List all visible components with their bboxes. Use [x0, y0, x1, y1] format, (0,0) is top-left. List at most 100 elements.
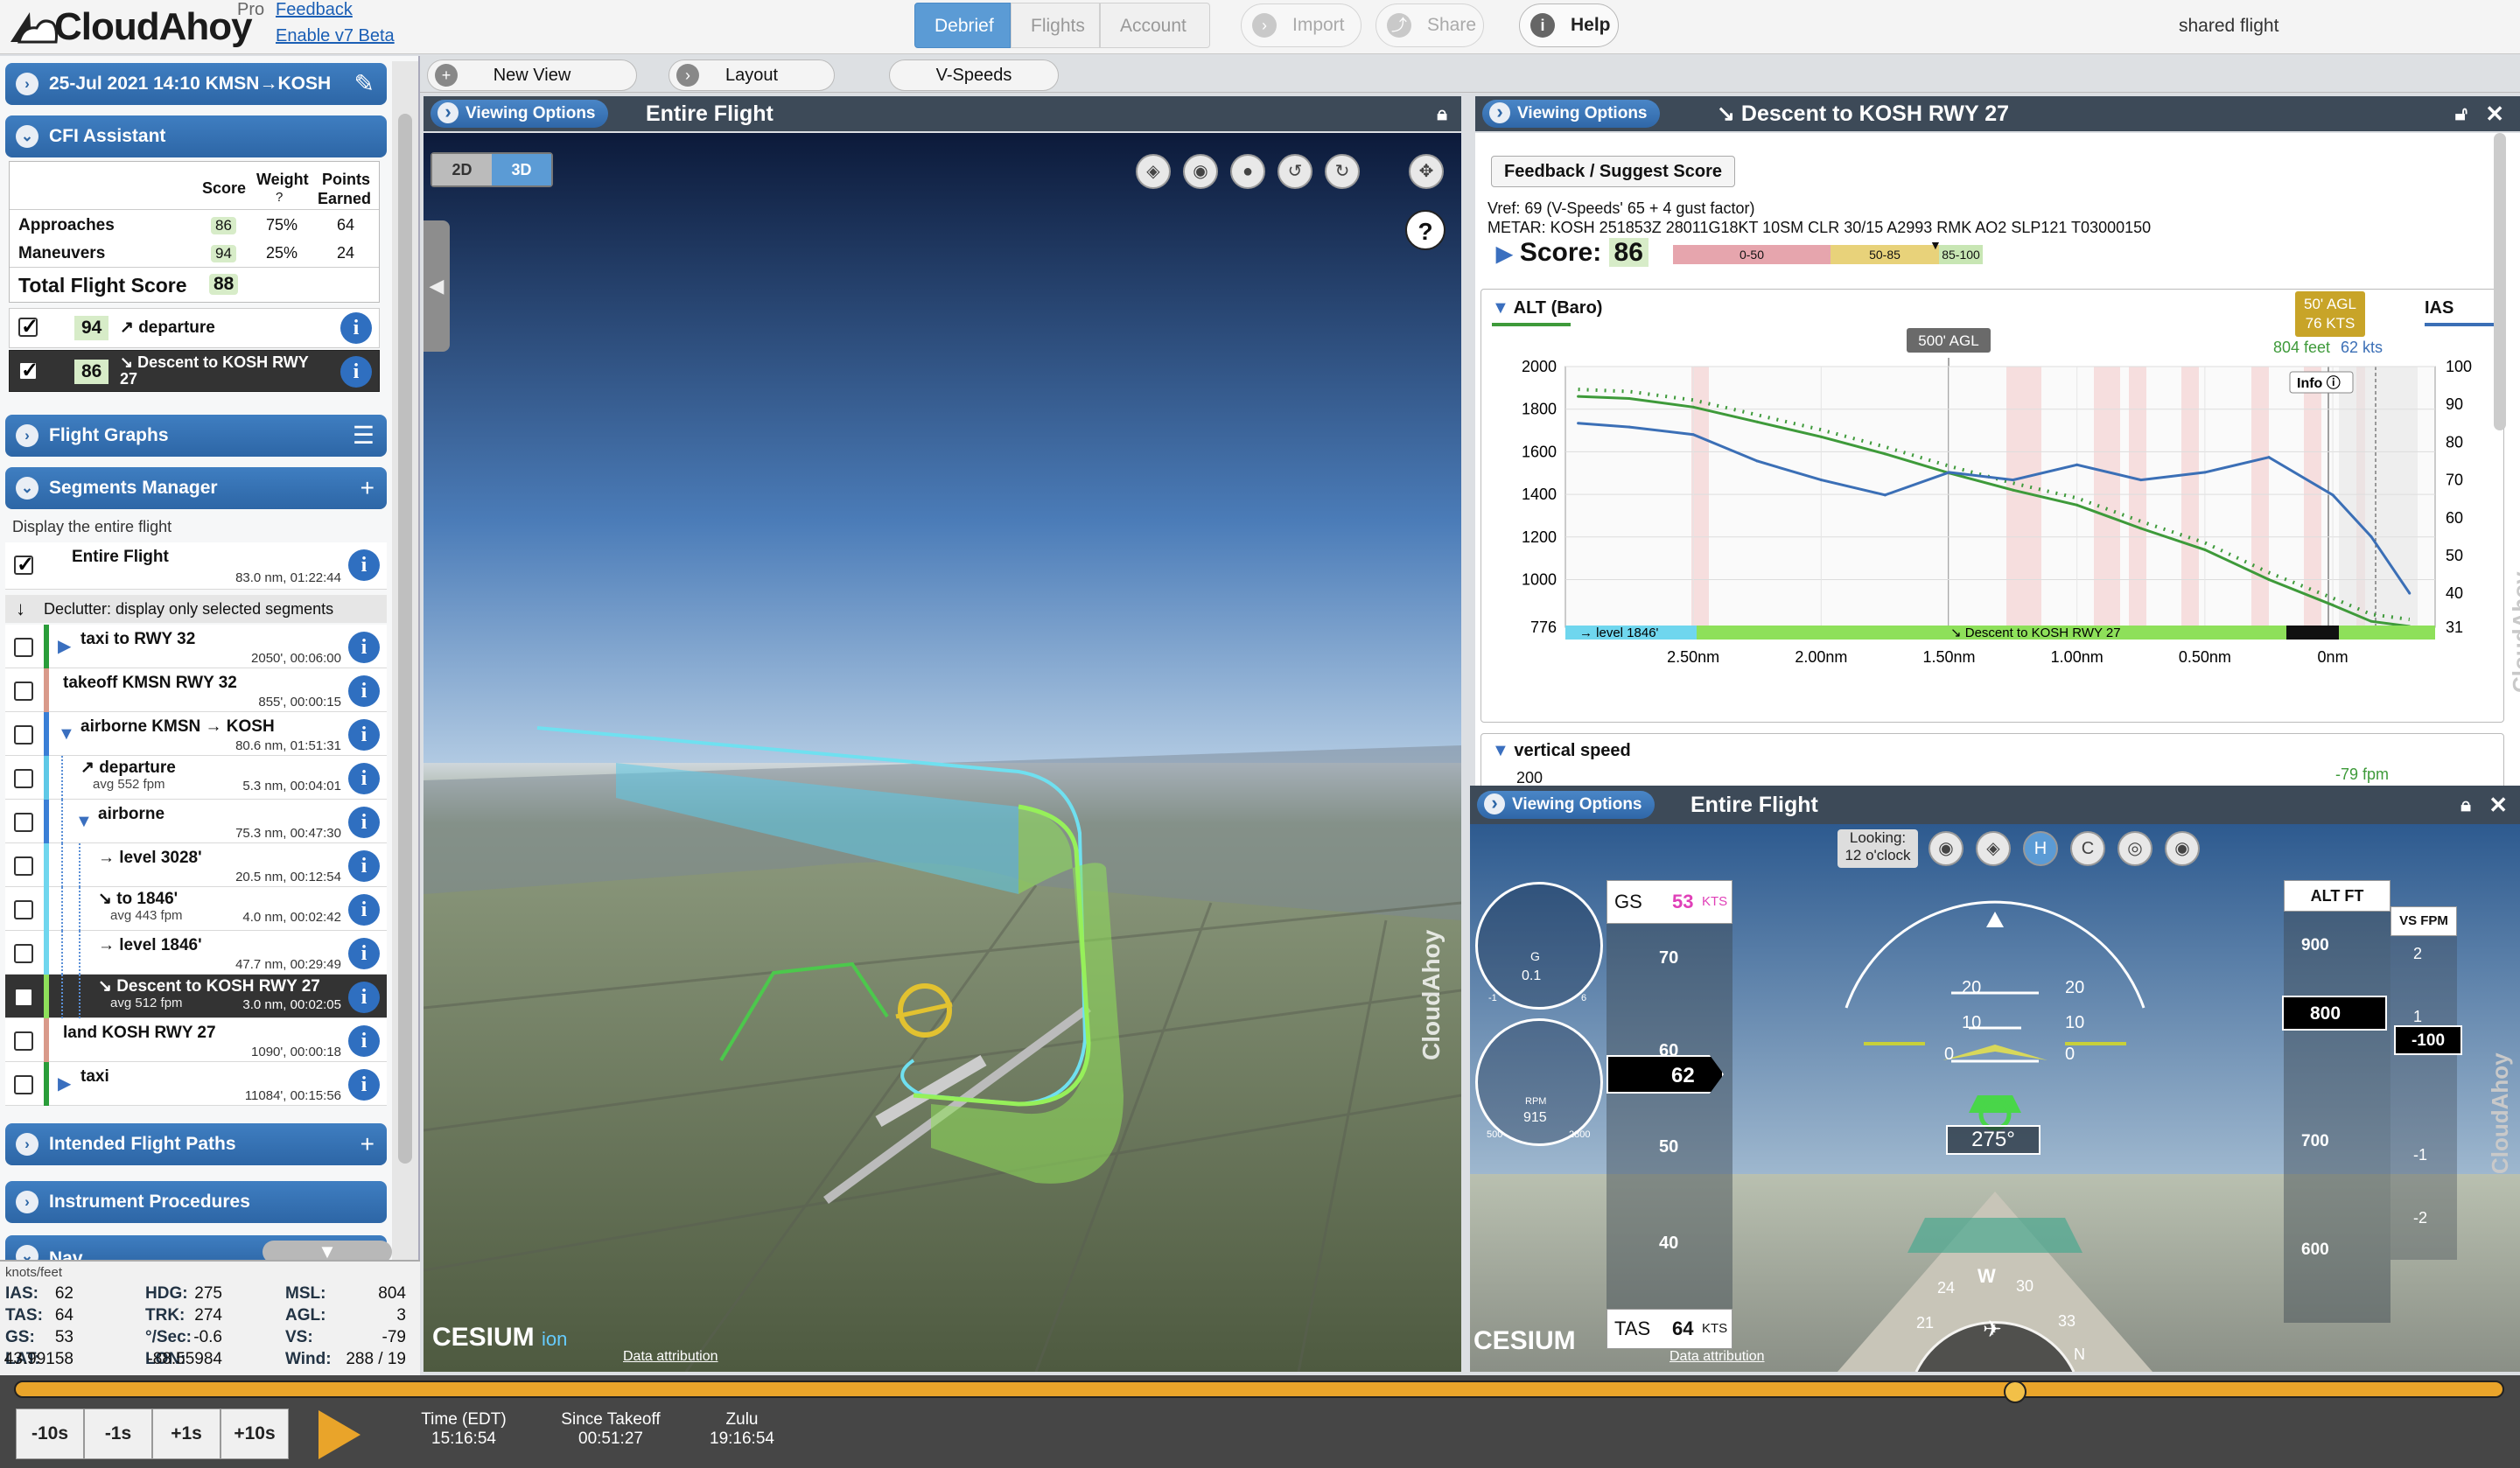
back-10s-button[interactable]: -10s	[16, 1409, 84, 1459]
checkbox[interactable]	[18, 314, 38, 339]
data-attribution-link[interactable]: Data attribution	[1670, 1349, 1765, 1365]
flight-header[interactable]: › 25-Jul 2021 14:10 KMSN→KOSH ✎	[5, 63, 387, 105]
rotate-left-icon[interactable]: ↺	[1278, 154, 1312, 189]
info-icon[interactable]: i	[348, 719, 380, 751]
compass-icon[interactable]: ◈	[1976, 831, 2011, 866]
flight-graphs-header[interactable]: › Flight Graphs ☰	[5, 415, 387, 457]
segment-row[interactable]: ▼ airborne 75.3 nm, 00:47:30 i	[5, 800, 387, 843]
segment-row[interactable]: land KOSH RWY 27 1090', 00:00:18 i	[5, 1018, 387, 1062]
layout-tab[interactable]: › Layout	[668, 59, 835, 91]
new-view-tab[interactable]: + New View	[427, 59, 637, 91]
cfi-assistant-header[interactable]: ⌄ CFI Assistant	[5, 115, 387, 157]
2d-3d-toggle[interactable]: 2D 3D	[430, 152, 553, 187]
alt-ias-chart[interactable]: 2000 1800 1600 1400 1200 1000 776 100 90 80 70 60 50…	[1481, 290, 2505, 724]
info-icon[interactable]: i	[348, 675, 380, 707]
segment-row[interactable]: → level 1846' 47.7 nm, 00:29:49 i	[5, 931, 387, 975]
declutter-row[interactable]: ↓ Declutter: display only selected segmen…	[5, 595, 387, 623]
vs-graph-title[interactable]: ▼ vertical speed	[1492, 741, 1631, 761]
checkbox[interactable]	[14, 856, 33, 876]
3d-scene[interactable]	[424, 133, 1461, 1372]
viewing-options-button[interactable]: Viewing Options	[1477, 791, 1655, 819]
info-icon[interactable]: i	[348, 807, 380, 838]
segment-row[interactable]: ↗ departure avg 552 fpm 5.3 nm, 00:04:01 i	[5, 756, 387, 800]
unlock-icon[interactable]: 🔓︎	[2455, 96, 2468, 131]
vspeeds-tab[interactable]: V-Speeds	[889, 59, 1059, 91]
eye-icon[interactable]: ◉	[2165, 831, 2200, 866]
segments-manager-header[interactable]: ⌄ Segments Manager +	[5, 467, 387, 509]
close-icon[interactable]: ✕	[2488, 786, 2508, 824]
segment-row[interactable]: ▶ taxi to RWY 32 2050', 00:06:00 i	[5, 625, 387, 668]
segment-row[interactable]: → level 3028' 20.5 nm, 00:12:54 i	[5, 843, 387, 887]
triangle-down-icon[interactable]: ▼	[75, 812, 93, 832]
checkbox[interactable]	[14, 813, 33, 832]
tab-account[interactable]: Account	[1100, 3, 1210, 48]
eye-icon[interactable]: ◉	[1928, 831, 1964, 866]
tab-flights[interactable]: Flights	[1011, 3, 1100, 48]
enable-beta-link[interactable]: Enable v7 Beta	[276, 26, 395, 46]
play-icon[interactable]	[318, 1410, 360, 1459]
segment-row[interactable]: takeoff KMSN RWY 32 855', 00:00:15 i	[5, 668, 387, 712]
share-button[interactable]: ⤴ Share	[1376, 3, 1484, 47]
checkbox[interactable]	[14, 638, 33, 657]
info-icon[interactable]: i	[348, 549, 380, 581]
intended-paths-header[interactable]: › Intended Flight Paths +	[5, 1123, 387, 1165]
help-button[interactable]: i Help	[1519, 3, 1619, 47]
fullscreen-icon[interactable]: ✥	[1409, 154, 1444, 189]
feedback-link[interactable]: Feedback	[276, 0, 353, 20]
collapse-left-handle[interactable]: ◀	[424, 220, 450, 352]
cfi-item-selected[interactable]: 86 ↘ Descent to KOSH RWY 27 i	[9, 350, 380, 392]
checkbox[interactable]	[14, 944, 33, 963]
checkbox[interactable]	[14, 1031, 33, 1051]
segment-row[interactable]: ▶ taxi 11084', 00:15:56 i	[5, 1062, 387, 1106]
triangle-down-icon[interactable]: ▼	[58, 724, 75, 744]
import-button[interactable]: › Import	[1241, 3, 1362, 47]
eye-icon[interactable]: ◉	[1183, 154, 1218, 189]
question-icon[interactable]: ?	[276, 190, 283, 205]
info-icon[interactable]: i	[348, 982, 380, 1013]
pfd-view[interactable]: Looking: 12 o'clock ◉ ◈ H C ◎ ◉ G 0.1 -1 …	[1470, 824, 2520, 1372]
checkbox[interactable]	[14, 552, 34, 577]
menu-icon[interactable]: ☰	[353, 415, 374, 457]
center-icon[interactable]: ●	[1230, 154, 1265, 189]
segment-row[interactable]: ↘ Descent to KOSH RWY 27 avg 512 fpm 3.0 n…	[5, 975, 387, 1018]
info-icon[interactable]: i	[348, 850, 380, 882]
compass-icon[interactable]: ◈	[1136, 154, 1171, 189]
lock-icon[interactable]: 🔒︎	[1437, 96, 1447, 131]
add-icon[interactable]: +	[360, 467, 374, 509]
edit-pencil-icon[interactable]: ✎	[354, 63, 374, 105]
tab-debrief[interactable]: Debrief	[914, 3, 1011, 48]
recenter-icon[interactable]: ◎	[2118, 831, 2152, 866]
copy-icon[interactable]: C	[2070, 831, 2105, 866]
heading-icon[interactable]: H	[2023, 831, 2058, 866]
back-1s-button[interactable]: -1s	[84, 1409, 152, 1459]
checkbox[interactable]	[14, 769, 33, 788]
triangle-right-icon[interactable]: ▶	[58, 1073, 71, 1094]
info-icon[interactable]: i	[340, 356, 372, 388]
viewing-options-button[interactable]: Viewing Options	[430, 100, 608, 128]
checkbox[interactable]	[14, 900, 33, 919]
info-icon[interactable]: i	[348, 632, 380, 663]
3d-button[interactable]: 3D	[492, 154, 551, 185]
close-icon[interactable]: ✕	[2485, 96, 2504, 131]
info-icon[interactable]: i	[348, 1025, 380, 1057]
viewing-options-button[interactable]: Viewing Options	[1482, 100, 1660, 128]
cfi-item[interactable]: 94 ↗ departure i	[9, 308, 380, 348]
add-icon[interactable]: +	[360, 1123, 374, 1165]
timeline-slider[interactable]	[14, 1381, 2504, 1398]
entire-flight-row[interactable]: Entire Flight 83.0 nm, 01:22:44 i	[5, 542, 387, 590]
checkbox[interactable]	[14, 1075, 33, 1094]
forward-1s-button[interactable]: +1s	[152, 1409, 220, 1459]
data-attribution-link[interactable]: Data attribution	[623, 1349, 718, 1365]
help-question-button[interactable]: ?	[1405, 210, 1446, 250]
info-icon[interactable]: i	[348, 894, 380, 926]
graph-scrollbar[interactable]	[2494, 133, 2506, 430]
triangle-right-icon[interactable]: ▶	[58, 635, 71, 657]
3d-map-view[interactable]: 2D 3D ◈ ◉ ● ↺ ↻ ✥ ? ◀ CloudAhoy CESIUM i…	[424, 133, 1461, 1372]
info-icon[interactable]: i	[340, 312, 372, 344]
feedback-suggest-score-button[interactable]: Feedback / Suggest Score	[1491, 156, 1735, 187]
checkbox[interactable]	[14, 988, 33, 1007]
app-logo[interactable]: CloudAhoy	[54, 5, 253, 49]
segment-row[interactable]: ↘ to 1846' avg 443 fpm 4.0 nm, 00:02:42 i	[5, 887, 387, 931]
forward-10s-button[interactable]: +10s	[220, 1409, 289, 1459]
info-icon[interactable]: i	[348, 938, 380, 969]
